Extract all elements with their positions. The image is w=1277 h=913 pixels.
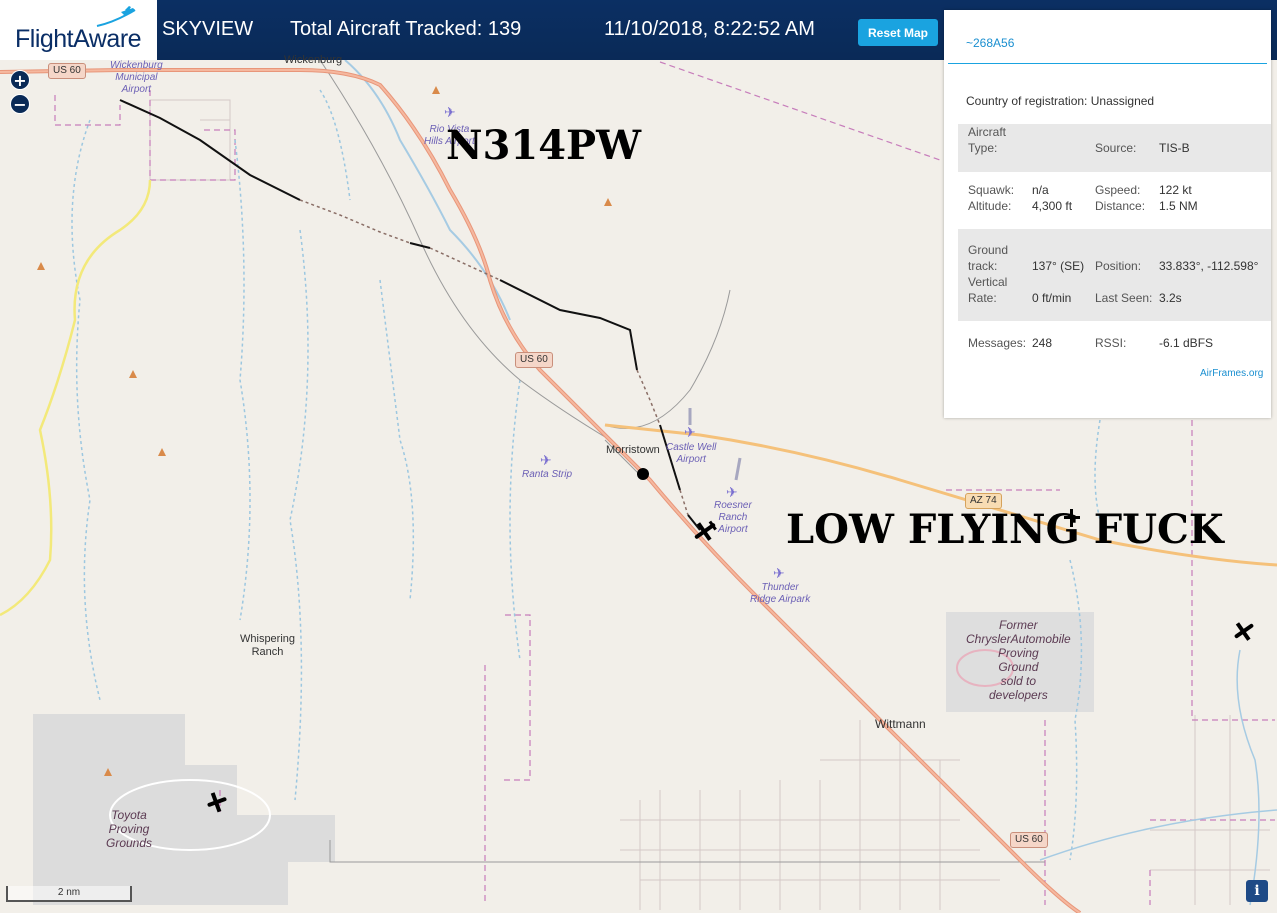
track-position-row: Ground track: 137° (SE) Position: 33.833… [958, 229, 1271, 321]
zoom-out-button[interactable]: − [10, 94, 30, 114]
position-value: 33.833°, -112.598° [1159, 259, 1259, 273]
airport-icon: ✈ [444, 104, 456, 120]
peak-markers [37, 86, 612, 776]
place-wickenburg: Wickenburg [284, 54, 343, 66]
map-info-button[interactable]: i [1246, 880, 1268, 902]
messages-label: Messages: [968, 336, 1027, 350]
flightaware-logo[interactable]: FlightAware [0, 0, 157, 60]
airport-wickenburg-label: Wickenburg Municipal Airport [110, 60, 163, 95]
airport-ranta-label: Ranta Strip [522, 469, 573, 480]
datetime-label: 11/10/2018, 8:22:52 AM [604, 18, 815, 40]
type-source-row: Aircraft Type: Source: TIS-B [958, 124, 1271, 172]
tail-number-annotation: N314PW [446, 122, 642, 169]
distance-label: Distance: [1095, 199, 1146, 213]
rssi-label: RSSI: [1095, 336, 1127, 350]
vertical-rate-label: Vertical Rate: [968, 275, 1008, 305]
gspeed-label: Gspeed: [1095, 183, 1141, 197]
ground-track-label: Ground track: [968, 243, 1009, 273]
yellow-road [0, 179, 152, 617]
receiver-location-marker [637, 468, 649, 480]
squawk-altitude-row: Squawk: n/a Gspeed: 122 kt Altitude: 4,3… [958, 182, 1271, 222]
aircraft-icon[interactable] [204, 790, 230, 814]
messages-value: 248 [1032, 336, 1053, 350]
squawk-label: Squawk: [968, 183, 1015, 197]
scale-bar: 2 nm [6, 886, 132, 902]
altitude-value: 4,300 ft [1032, 199, 1073, 213]
place-morristown: Morristown [606, 444, 660, 456]
total-aircraft-label: Total Aircraft Tracked: 139 [290, 18, 522, 40]
place-whispering-ranch: Whispering Ranch [240, 633, 296, 658]
us60-shield: US 60 [1010, 832, 1048, 848]
hassayampa-river [344, 60, 511, 321]
altitude-label: Altitude: [968, 199, 1012, 213]
position-label: Position: [1095, 259, 1142, 273]
panel-divider [948, 63, 1267, 64]
app-title: SKYVIEW [162, 18, 254, 40]
distance-value: 1.5 NM [1159, 199, 1198, 213]
country-row: Country of registration: Unassigned [966, 94, 1277, 108]
caption-annotation: LOW FLYING FUCK [786, 506, 1224, 553]
last-seen-value: 3.2s [1159, 291, 1182, 305]
logo-wordmark: FlightAware [15, 25, 142, 53]
aircraft-info-panel: ~268A56 Country of registration: Unassig… [944, 10, 1271, 418]
airport-icon: ✈ [684, 424, 696, 440]
us60-shield: US 60 [48, 63, 86, 79]
area-toyota-label: Toyota Proving Grounds [106, 808, 153, 850]
last-seen-label: Last Seen: [1095, 291, 1153, 305]
source-label: Source: [1095, 141, 1137, 155]
airframes-link[interactable]: AirFrames.org [1200, 368, 1263, 379]
source-value: TIS-B [1159, 141, 1190, 155]
rssi-value: -6.1 dBFS [1159, 336, 1214, 350]
airport-thunder-ridge-label: Thunder Ridge Airpark [750, 582, 811, 605]
reset-map-button[interactable]: Reset Map [858, 19, 938, 46]
ground-track-value: 137° (SE) [1032, 259, 1085, 273]
area-chrysler-label: Former ChryslerAutomobile Proving Ground… [966, 618, 1071, 702]
vertical-rate-value: 0 ft/min [1032, 291, 1072, 305]
toyota-grounds-zone [33, 714, 335, 905]
country-value: Unassigned [1090, 94, 1155, 108]
country-label: Country of registration: [966, 94, 1088, 108]
gspeed-value: 122 kt [1159, 183, 1192, 197]
zoom-in-button[interactable]: + [10, 70, 30, 90]
squawk-value: n/a [1032, 183, 1049, 197]
messages-rssi-row: Messages: 248 RSSI: -6.1 dBFS [958, 335, 1271, 355]
airport-castle-well-label: Castle Well Airport [666, 442, 717, 465]
aircraft-type-label: Aircraft Type: [968, 125, 1007, 155]
aircraft-icon[interactable] [1231, 620, 1257, 642]
airport-icon: ✈ [540, 452, 552, 468]
aircraft-icon-selected[interactable] [690, 520, 720, 542]
airport-icon: ✈ [726, 484, 738, 500]
airport-icon: ✈ [773, 565, 785, 581]
us60-shield: US 60 [515, 352, 553, 368]
place-wittmann: Wittmann [875, 717, 926, 731]
panel-title[interactable]: ~268A56 [966, 36, 1014, 50]
